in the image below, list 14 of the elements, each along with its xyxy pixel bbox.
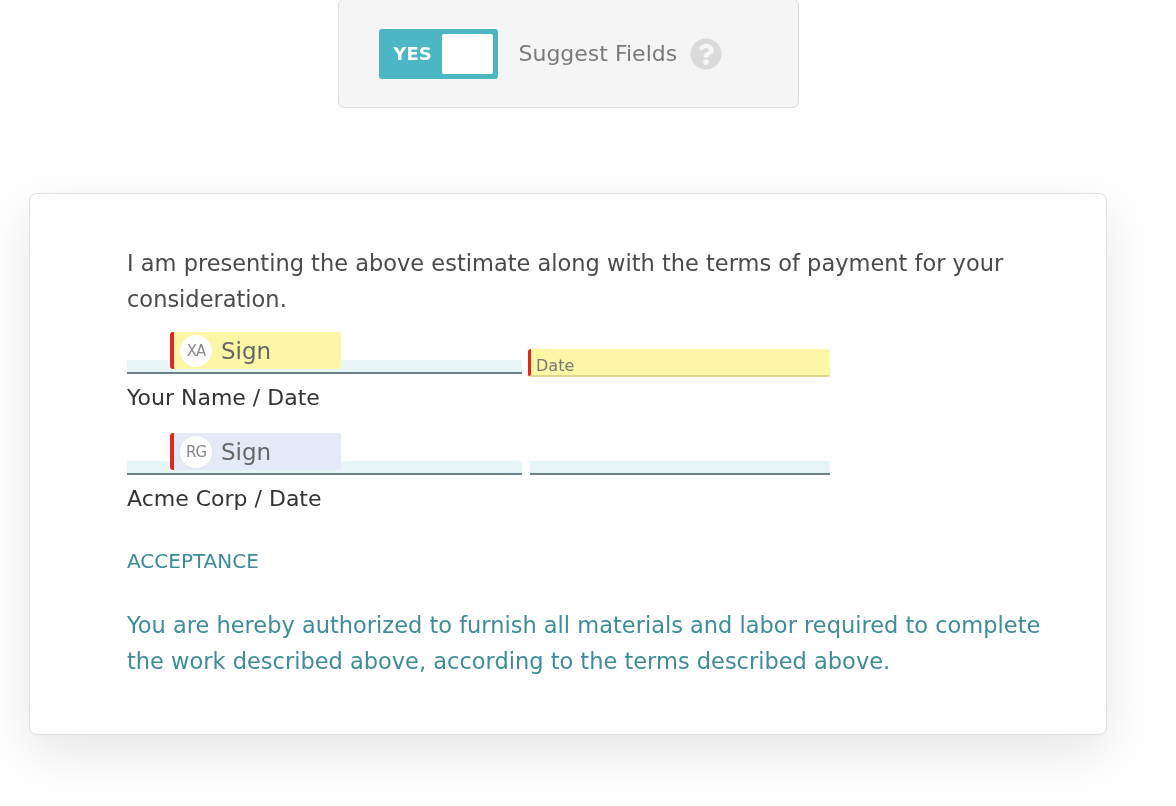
suggest-fields-label: Suggest Fields bbox=[518, 41, 678, 66]
acceptance-paragraph: You are hereby authorized to furnish all materials and labor required to complete the work described above, according to the terms described above. bbox=[127, 611, 1042, 676]
signature-field[interactable]: RG Sign bbox=[170, 433, 341, 470]
signature-field[interactable]: XA Sign bbox=[170, 332, 341, 369]
section-heading: ACCEPTANCE bbox=[127, 548, 260, 575]
help-icon[interactable] bbox=[690, 37, 723, 70]
signer-initials: XA bbox=[180, 334, 212, 367]
intro-paragraph: I am presenting the above estimate along with the terms of payment for your consideration. bbox=[127, 249, 1005, 314]
signature-caption: Your Name / Date bbox=[127, 384, 321, 412]
date-field[interactable]: Date bbox=[528, 349, 830, 377]
toggle-knob[interactable] bbox=[441, 33, 493, 74]
signer-initials: RG bbox=[180, 435, 212, 468]
suggest-fields-toggle[interactable]: YES bbox=[378, 28, 498, 79]
signature-caption: Acme Corp / Date bbox=[127, 485, 323, 513]
